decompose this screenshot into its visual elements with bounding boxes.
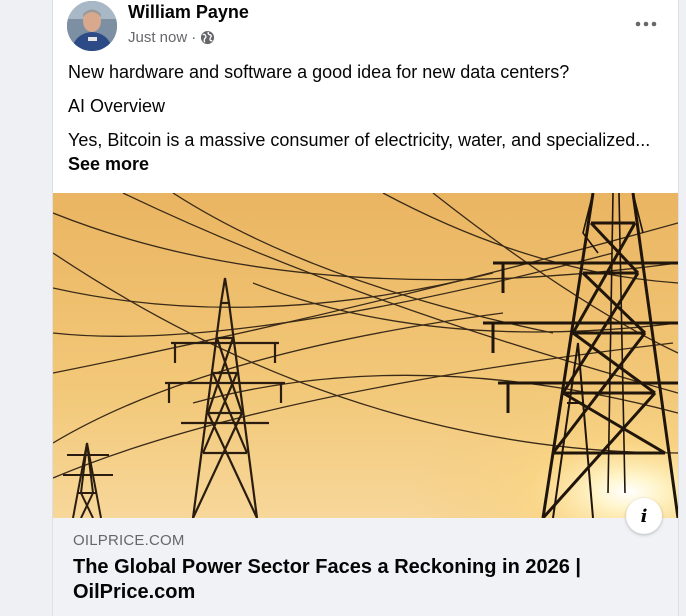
info-icon: i	[640, 505, 648, 527]
post-body: New hardware and software a good idea fo…	[68, 60, 664, 162]
more-options-icon	[635, 21, 657, 27]
meta-separator: ·	[191, 29, 197, 46]
author-name[interactable]: William Payne	[128, 2, 249, 23]
post-paragraph: AI Overview	[68, 96, 166, 116]
post-meta: Just now ·	[128, 29, 215, 46]
avatar-image	[67, 1, 117, 51]
link-preview-image[interactable]	[53, 193, 678, 518]
link-domain: OILPRICE.COM	[73, 532, 185, 549]
post-paragraph: Yes, Bitcoin is a massive consumer of el…	[68, 130, 651, 150]
timestamp[interactable]: Just now	[128, 29, 187, 46]
info-button[interactable]: i	[626, 498, 662, 534]
see-more-link[interactable]: See more	[68, 154, 149, 175]
link-preview-footer[interactable]: OILPRICE.COM The Global Power Sector Fac…	[53, 518, 678, 616]
post-paragraph: New hardware and software a good idea fo…	[68, 62, 570, 82]
globe-icon[interactable]	[200, 30, 215, 45]
power-lines-image	[53, 193, 678, 518]
post-card: William Payne Just now · New hardware an…	[52, 0, 679, 616]
link-title[interactable]: The Global Power Sector Faces a Reckonin…	[73, 555, 653, 605]
more-options-button[interactable]	[628, 12, 664, 36]
post-header: William Payne Just now ·	[53, 0, 678, 56]
avatar[interactable]	[67, 1, 117, 51]
